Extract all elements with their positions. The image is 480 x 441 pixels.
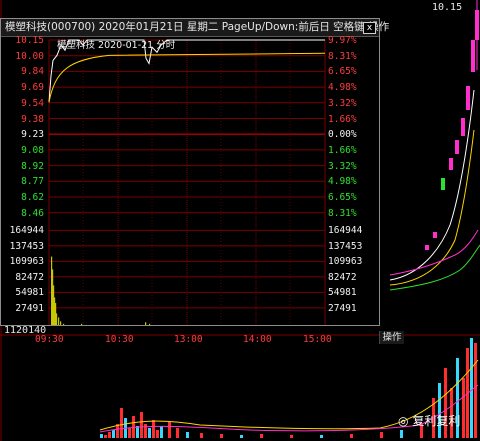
- percent-label-right: 6.65%: [328, 192, 357, 203]
- time-label: 10:30: [105, 334, 134, 346]
- volume-label-right: 164944: [328, 225, 363, 237]
- percent-label-right: 8.31%: [328, 50, 357, 62]
- price-label-left: 8.92: [21, 160, 44, 172]
- percent-label-right: 3.32%: [328, 97, 357, 109]
- volume-label-right: 137453: [328, 240, 363, 252]
- background-volume-bar: [108, 432, 111, 438]
- wechat-icon: ◎: [398, 414, 409, 428]
- volume-label-left: 82472: [15, 271, 44, 283]
- price-label-left: 9.38: [21, 113, 44, 125]
- current-price-label: 10.15: [432, 2, 463, 13]
- background-volume-bar: [400, 430, 403, 438]
- background-volume-bar: [144, 424, 147, 438]
- volume-label-left: 137453: [9, 240, 44, 252]
- volume-label-right: 54981: [328, 287, 357, 299]
- time-label: 14:00: [243, 334, 272, 346]
- price-label-left: 9.08: [21, 144, 44, 156]
- background-volume-bar: [380, 432, 383, 438]
- background-volume-bar: [120, 408, 123, 438]
- volume-label-left: 54981: [15, 287, 44, 299]
- background-volume-bar: [152, 420, 155, 438]
- background-volume-bar: [438, 383, 441, 438]
- volume-label-right: 82472: [328, 271, 357, 283]
- percent-label-right: 1.66%: [328, 113, 357, 125]
- watermark-label: ◎ 复利复利: [398, 412, 460, 429]
- background-volume-bar: [156, 430, 159, 438]
- background-volume-bar: [470, 338, 473, 438]
- price-label-left: 9.69: [21, 82, 44, 94]
- background-volume-bar: [186, 432, 189, 438]
- background-volume-bar: [462, 378, 465, 438]
- background-volume-bar: [474, 343, 477, 438]
- background-volume-bar: [100, 434, 103, 438]
- background-volume-bar: [260, 434, 263, 438]
- volume-value-label: 1120140: [4, 325, 47, 336]
- price-label-left: 9.84: [21, 66, 44, 78]
- background-volume-bar: [112, 430, 115, 438]
- percent-label-right: 8.31%: [328, 207, 357, 219]
- volume-label-left: 27491: [15, 302, 44, 314]
- background-volume-bar: [168, 422, 171, 438]
- percent-label-right: 6.65%: [328, 66, 357, 78]
- background-volume-bar: [290, 435, 293, 438]
- percent-label-right: 4.98%: [328, 82, 357, 94]
- price-label-left: 8.62: [21, 192, 44, 203]
- background-volume-bar: [320, 435, 323, 438]
- watermark-text: 复利复利: [412, 414, 461, 428]
- background-volume-bar: [140, 412, 143, 438]
- background-volume-bar: [200, 433, 203, 438]
- background-volume-bar: [148, 428, 151, 438]
- chart-subtitle: 模塑科技 2020-01-21 分时: [57, 40, 176, 51]
- background-volume-bar: [160, 426, 163, 438]
- axis-labels: 模塑科技 2020-01-21 分时 10.15 10.00 9.84 9.69 9.54…: [1, 19, 379, 345]
- price-label-left: 10.15: [15, 35, 44, 46]
- background-volume-bar: [128, 428, 131, 438]
- percent-label-right: 4.98%: [328, 176, 357, 188]
- background-volume-bar: [104, 435, 107, 438]
- percent-label-right: 1.66%: [328, 144, 357, 156]
- volume-label-right: 27491: [328, 302, 357, 314]
- time-label: 09:30: [35, 334, 64, 346]
- operate-button[interactable]: 操作: [379, 331, 404, 344]
- percent-label-right: 3.32%: [328, 160, 357, 172]
- price-label-left: 8.77: [21, 176, 44, 188]
- percent-label-right: 9.97%: [328, 35, 357, 46]
- percent-label-right: 0.00%: [328, 129, 357, 141]
- background-volume-bar: [220, 434, 223, 438]
- intraday-popup-window[interactable]: 模塑科技(000700) 2020年01月21日 星期二 PageUp/Down…: [0, 18, 404, 345]
- time-label: 15:00: [303, 334, 332, 346]
- price-label-left: 8.46: [21, 207, 44, 219]
- background-volume-bar: [240, 435, 243, 438]
- background-volume-bar: [350, 434, 353, 438]
- time-label: 13:00: [174, 334, 203, 346]
- price-label-left: 9.23: [21, 129, 44, 141]
- volume-label-right: 109963: [328, 256, 363, 268]
- background-volume-bar: [176, 428, 179, 438]
- volume-label-left: 164944: [9, 225, 44, 237]
- price-label-left: 9.54: [21, 97, 44, 109]
- price-label-left: 10.00: [15, 50, 44, 62]
- background-volume-bar: [136, 426, 139, 438]
- volume-label-left: 109963: [9, 256, 44, 268]
